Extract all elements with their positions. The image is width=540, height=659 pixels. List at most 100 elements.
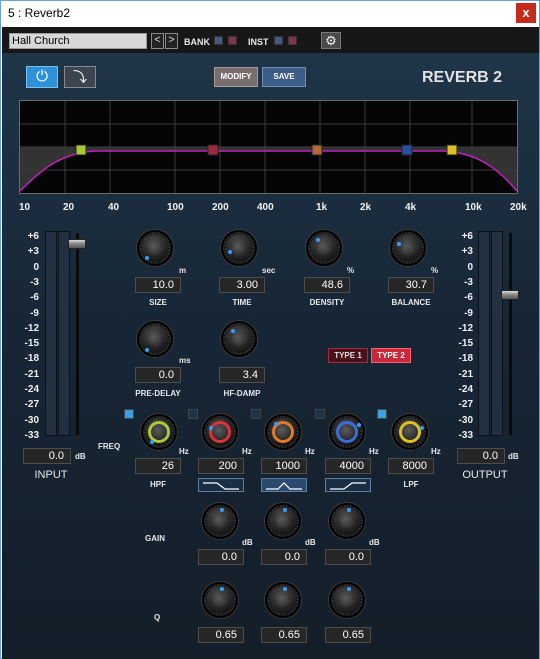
meter-scale-tick: -21 [458,368,473,380]
output-fader-track[interactable] [509,233,512,435]
band3-node[interactable] [401,144,413,156]
band3-q-value[interactable]: 0.65 [325,627,371,643]
input-fader-track[interactable] [76,233,79,435]
balance-value[interactable]: 30.7 [388,277,434,293]
plugin-name: REVERB 2 [422,69,503,86]
output-value[interactable]: 0.0 [457,448,505,464]
band2-gain-knob[interactable] [265,503,301,539]
lowshelf-shape-icon [203,482,239,490]
balance-knob[interactable] [390,230,426,266]
power-icon[interactable]: ⏻ [26,66,58,88]
bank-select-1[interactable] [214,36,223,45]
meter-scale-tick: -9 [30,307,39,319]
hf-damp-knob[interactable] [221,321,257,357]
band2-shape-button[interactable] [261,478,307,492]
type2-button[interactable]: TYPE 2 [371,348,411,363]
lpf-freq-value[interactable]: 8000 [388,458,434,474]
hf-damp-value[interactable]: 3.4 [219,367,265,383]
close-button[interactable]: x [516,3,536,23]
freq-label: FREQ [98,442,121,451]
bypass-arrow-icon[interactable]: ⤵ [64,66,96,88]
band3-shape-button[interactable] [325,478,371,492]
band3-gain-unit: dB [369,538,380,547]
freq-tick: 200 [212,202,229,213]
band3-gain-value[interactable]: 0.0 [325,549,371,565]
meter-scale-tick: -12 [24,322,39,334]
save-button[interactable]: SAVE [262,67,306,87]
band2-q-knob[interactable] [265,582,301,618]
band1-gain-value[interactable]: 0.0 [198,549,244,565]
band1-enable-toggle[interactable] [188,409,198,419]
hpf-enable-toggle[interactable] [124,409,134,419]
band1-shape-button[interactable] [198,478,244,492]
band2-freq-knob[interactable] [265,414,301,450]
band1-freq-value[interactable]: 200 [198,458,244,474]
freq-tick: 4k [405,202,417,213]
band2-freq-value[interactable]: 1000 [261,458,307,474]
hpf-freq-knob[interactable] [141,414,177,450]
lpf-node[interactable] [446,144,458,156]
density-label: DENSITY [309,298,345,307]
output-fader-handle[interactable] [501,289,519,300]
pre-delay-value[interactable]: 0.0 [135,367,181,383]
peak-shape-icon [266,482,302,490]
gear-icon[interactable]: ⚙ [321,32,341,49]
hpf-node[interactable] [75,144,87,156]
meter-scale-tick: +6 [461,231,473,242]
time-value[interactable]: 3.00 [219,277,265,293]
time-knob[interactable] [221,230,257,266]
pre-delay-knob[interactable] [137,321,173,357]
hpf-freq-value[interactable]: 26 [135,458,181,474]
eq-curve-display[interactable] [19,100,518,194]
q-label: Q [154,613,161,622]
band1-node[interactable] [207,144,219,156]
modify-button[interactable]: MODIFY [214,67,258,87]
lpf-label: LPF [403,480,419,489]
plugin-panel: ⏻ ⤵ MODIFY SAVE REVERB 2 10 20 40 100 20… [2,53,539,659]
bank-select-2[interactable] [228,36,237,45]
size-value[interactable]: 10.0 [135,277,181,293]
input-fader-handle[interactable] [68,239,86,250]
band1-q-value[interactable]: 0.65 [198,627,244,643]
band1-q-knob[interactable] [202,582,238,618]
type1-button[interactable]: TYPE 1 [328,348,368,363]
density-value[interactable]: 48.6 [304,277,350,293]
meter-scale-tick: -3 [464,276,473,288]
input-value[interactable]: 0.0 [23,448,71,464]
pre-delay-unit: ms [179,356,191,365]
size-label: SIZE [149,298,167,307]
band2-gain-value[interactable]: 0.0 [261,549,307,565]
meter-scale-tick: -15 [458,338,473,350]
prev-preset-button[interactable]: < [151,33,164,49]
band3-freq-knob[interactable] [329,414,365,450]
size-knob[interactable] [137,230,173,266]
band2-enable-toggle[interactable] [251,409,261,419]
next-preset-button[interactable]: > [165,33,178,49]
hpf-unit: Hz [179,447,189,456]
inst-select-2[interactable] [288,36,297,45]
band2-q-value[interactable]: 0.65 [261,627,307,643]
density-knob[interactable] [306,230,342,266]
band2-unit: Hz [305,447,315,456]
meter-scale-tick: 0 [33,261,39,273]
band2-gain-unit: dB [305,538,316,547]
band1-freq-knob[interactable] [202,414,238,450]
band3-freq-value[interactable]: 4000 [325,458,371,474]
preset-name-field[interactable]: Hall Church [9,33,147,49]
band3-q-knob[interactable] [329,582,365,618]
meter-scale-tick: -9 [464,307,473,319]
lpf-freq-knob[interactable] [392,414,428,450]
freq-tick: 2k [360,202,372,213]
title-bar: 5 : Reverb2 x [1,1,539,27]
meter-scale-tick: -15 [24,338,39,350]
meter-scale-tick: +3 [27,246,39,258]
meter-scale-tick: -30 [24,414,39,426]
input-meter-right [58,231,70,436]
band3-gain-knob[interactable] [329,503,365,539]
lpf-enable-toggle[interactable] [377,409,387,419]
meter-scale-tick: -33 [458,429,473,441]
inst-select-1[interactable] [274,36,283,45]
band2-node[interactable] [311,144,323,156]
band3-enable-toggle[interactable] [315,409,325,419]
band1-gain-knob[interactable] [202,503,238,539]
